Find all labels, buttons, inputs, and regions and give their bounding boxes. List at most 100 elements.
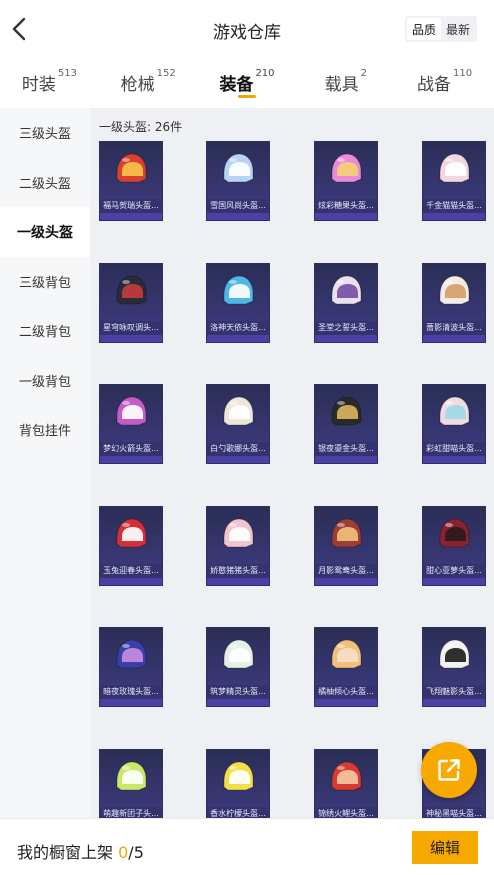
helmet-icon [439,153,470,183]
helmet-icon [439,275,470,304]
item-card-name: 甜心亚萝头盔... [423,563,485,578]
item-card-name: 神秘黑喵头盔... [423,806,485,818]
item-card-rarity-bar [315,456,377,463]
sort-quality-button[interactable]: 品质 [407,18,441,40]
category-tabs: 时装 513 枪械 152 装备 210 载具 2 战备 110 [0,58,494,108]
item-card-rarity-bar [423,456,485,463]
item-card-name: 星穹咏叹调头... [100,320,162,335]
item-card[interactable]: 福马贺瑞头盔... [99,141,163,221]
item-card[interactable]: 梦幻火箭头盔... [99,384,163,464]
sidebar-item-backpack-lv1[interactable]: 一级背包 [0,356,90,406]
tab-label: 战备 [417,75,452,95]
helmet-icon [439,518,470,547]
item-card[interactable]: 星穹咏叹调头... [99,262,163,343]
tab-label: 载具 [324,75,359,95]
item-card[interactable]: 银夜鎏金头盔... [314,384,378,464]
item-card-name: 玉兔迎春头盔... [100,563,162,578]
sidebar-item-helmet-lv1[interactable]: 一级头盔 [0,207,90,257]
sidebar-item-helmet-lv2[interactable]: 二级头盔 [0,158,90,208]
item-card[interactable]: 香水柠檬头盔... [206,748,270,818]
helmet-icon [116,761,147,790]
item-card-name: 暗夜玫瑰头盔... [100,685,162,699]
item-card[interactable]: 雪国风尚头盔... [206,141,270,221]
item-card[interactable]: 圣堂之誓头盔... [314,262,378,343]
item-card-name: 梦幻火箭头盔... [100,442,162,456]
tab-equipment[interactable]: 装备 210 [198,58,297,108]
tab-weapons[interactable]: 枪械 152 [99,58,198,108]
tab-supplies[interactable]: 战备 110 [395,58,494,108]
item-card[interactable]: 锦绣火鲤头盔... [314,748,378,818]
item-card-name: 千金猫猫头盔... [423,199,485,213]
item-list-panel[interactable]: 一级头盔: 26件 福马贺瑞头盔... 雪国风尚头盔... 炫彩糖果头盔... 千金猫… [90,108,494,818]
helmet-icon [223,518,254,547]
helmet-icon [223,761,254,790]
helmet-icon [116,153,147,183]
item-card[interactable]: 白勺歌娜头盔... [206,384,270,464]
item-card-name: 飞翔魅影头盔... [423,685,485,699]
item-card-name: 橘柚倾心头盔... [315,685,377,699]
helmet-icon [331,518,362,547]
item-card-rarity-bar [100,699,162,706]
share-external-icon [438,759,460,781]
helmet-icon [331,396,362,426]
sort-toggle: 品质 最新 [405,16,477,42]
item-card-rarity-bar [423,334,485,342]
helmet-icon [331,275,362,304]
item-card-name: 白勺歌娜头盔... [207,442,269,456]
item-card-name: 香水柠檬头盔... [207,806,269,818]
helmet-icon [223,639,254,669]
item-card[interactable]: 蔷影清波头盔... [422,262,486,343]
item-card[interactable]: 月影鸳鸯头盔... [314,505,378,586]
item-card[interactable]: 筑梦精灵头盔... [206,627,270,707]
helmet-icon [223,396,254,426]
sidebar-item-backpack-pendant[interactable]: 背包挂件 [0,405,90,455]
item-card[interactable]: 飞翔魅影头盔... [422,627,486,707]
sort-latest-button[interactable]: 最新 [441,18,475,40]
tab-active-indicator [237,95,256,98]
tab-count: 513 [57,68,77,79]
share-button[interactable] [421,742,477,798]
helmet-icon [331,639,362,669]
item-card-name: 蔷影清波头盔... [423,320,485,335]
sidebar-item-backpack-lv2[interactable]: 二级背包 [0,306,90,356]
item-card-name: 筑梦精灵头盔... [207,685,269,699]
helmet-icon [223,153,254,183]
item-card[interactable]: 玉兔迎春头盔... [99,505,163,586]
item-card-name: 福马贺瑞头盔... [100,199,162,213]
item-card[interactable]: 橘柚倾心头盔... [314,627,378,707]
item-card[interactable]: 千金猫猫头盔... [422,141,486,221]
item-card-name: 圣堂之誓头盔... [315,320,377,335]
item-card[interactable]: 娇憨猪猪头盔... [206,505,270,586]
helmet-icon [223,275,254,304]
showcase-label: 我的橱窗上架 [17,843,114,862]
item-card-rarity-bar [423,213,485,220]
tab-count: 210 [255,68,275,79]
item-card[interactable]: 洛神天依头盔... [206,262,270,343]
item-card-rarity-bar [423,699,485,706]
item-card-rarity-bar [423,577,485,585]
item-card[interactable]: 甜心亚萝头盔... [422,505,486,586]
showcase-total-count: /5 [128,843,144,862]
item-card-name: 银夜鎏金头盔... [315,442,377,456]
item-card[interactable]: 彩虹甜喵头盔... [422,384,486,464]
item-card[interactable]: 萌趣新团子头... [99,748,163,818]
edit-button[interactable]: 编辑 [412,831,478,864]
section-count-label: 一级头盔: 26件 [99,120,183,134]
helmet-icon [116,639,147,669]
tab-label: 枪械 [120,75,155,95]
helmet-icon [439,639,470,669]
sidebar-item-backpack-lv3[interactable]: 三级背包 [0,257,90,307]
tab-vehicles[interactable]: 载具 2 [296,58,395,108]
sidebar-item-helmet-lv3[interactable]: 三级头盔 [0,108,90,158]
helmet-icon [439,396,470,426]
item-card[interactable]: 炫彩糖果头盔... [314,141,378,221]
tab-fashion[interactable]: 时装 513 [0,58,99,108]
helmet-icon [331,153,362,183]
item-card-rarity-bar [207,577,269,585]
item-card-rarity-bar [100,456,162,463]
item-card-name: 娇憨猪猪头盔... [207,563,269,578]
item-card[interactable]: 暗夜玫瑰头盔... [99,627,163,707]
tab-count: 152 [156,68,176,79]
helmet-icon [116,275,147,304]
item-card-name: 雪国风尚头盔... [207,199,269,213]
